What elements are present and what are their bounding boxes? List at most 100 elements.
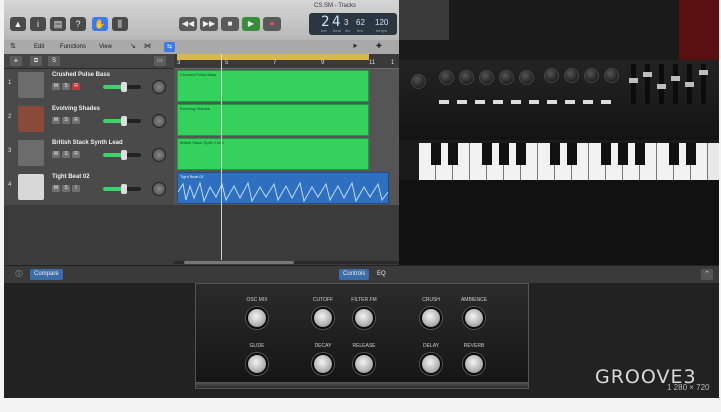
audio-region[interactable]: Tight Beat 02 bbox=[177, 172, 389, 204]
tab-eq[interactable]: EQ bbox=[374, 269, 389, 280]
decay-knob[interactable] bbox=[312, 353, 334, 375]
synth-controls: OSC MIX CUTOFF FILTER FM CRUSH AMBIENCE … bbox=[195, 283, 529, 389]
volume-fader[interactable] bbox=[103, 150, 141, 160]
view-menu[interactable]: View bbox=[99, 42, 112, 52]
library-button[interactable]: ▲ bbox=[10, 17, 26, 31]
knob bbox=[479, 70, 494, 85]
play-button[interactable]: ▶ bbox=[242, 17, 260, 31]
functions-menu[interactable]: Functions bbox=[60, 42, 86, 52]
track-lane[interactable]: British Stack Synth Lead bbox=[174, 137, 399, 171]
toolbar-button[interactable]: ▤ bbox=[50, 17, 66, 31]
cutoff-knob[interactable] bbox=[312, 307, 334, 329]
track-header[interactable]: 1 Crushed Pulse Bass M S R bbox=[4, 69, 174, 104]
crush-knob[interactable] bbox=[420, 307, 442, 329]
input-monitor-button[interactable]: I bbox=[72, 185, 80, 192]
global-solo-icon[interactable]: S bbox=[48, 56, 60, 66]
solo-button[interactable]: S bbox=[62, 83, 70, 90]
record-enable-button[interactable]: R bbox=[72, 83, 80, 90]
track-lane[interactable]: Evolving Shades bbox=[174, 103, 399, 137]
edit-menu[interactable]: Edit bbox=[34, 42, 44, 52]
mute-button[interactable]: M bbox=[52, 117, 60, 124]
volume-fader[interactable] bbox=[103, 116, 141, 126]
glide-knob[interactable] bbox=[246, 353, 268, 375]
reverb-knob[interactable] bbox=[463, 353, 485, 375]
midi-region[interactable]: British Stack Synth Lead bbox=[177, 138, 369, 170]
quick-help-button[interactable]: ? bbox=[70, 17, 86, 31]
osc-mix-knob[interactable] bbox=[246, 307, 268, 329]
pan-knob[interactable] bbox=[152, 80, 166, 94]
rewind-button[interactable]: ◀◀ bbox=[179, 17, 197, 31]
lcd-display[interactable]: 2 4 3 62 120 bar beat div tick tempo bbox=[309, 13, 397, 35]
tab-controls[interactable]: Controls bbox=[339, 269, 370, 280]
track-name[interactable]: Crushed Pulse Bass bbox=[52, 72, 110, 78]
track-options-icon[interactable]: ⇅ bbox=[10, 42, 16, 50]
slider bbox=[657, 64, 666, 104]
ruler-bar-number: 9 bbox=[321, 60, 325, 66]
fader-handle[interactable] bbox=[121, 150, 127, 160]
track-name[interactable]: Evolving Shades bbox=[52, 106, 100, 112]
forward-button[interactable]: ▶▶ bbox=[200, 17, 218, 31]
track-header[interactable]: 3 British Stack Synth Lead M S R bbox=[4, 137, 174, 172]
ruler-bar-number: 5 bbox=[225, 60, 229, 66]
mute-button[interactable]: M bbox=[52, 151, 60, 158]
fader-handle[interactable] bbox=[121, 116, 127, 126]
drum-machine-icon bbox=[18, 174, 44, 200]
pan-knob[interactable] bbox=[152, 148, 166, 162]
window-title: CS.SM - Tracks bbox=[314, 3, 357, 9]
catch-icon[interactable]: ↘ bbox=[130, 42, 136, 50]
lcd-tick-label: tick bbox=[357, 28, 363, 33]
midi-region[interactable]: Crushed Pulse Bass bbox=[177, 70, 369, 102]
track-header[interactable]: 2 Evolving Shades M S R bbox=[4, 103, 174, 138]
keyboard-stand-icon bbox=[18, 72, 44, 98]
track-name[interactable]: Tight Beat 02 bbox=[52, 174, 90, 180]
horizontal-scrollbar[interactable] bbox=[174, 261, 399, 264]
pointer-tool-icon[interactable]: ➤ bbox=[352, 42, 358, 50]
flex-icon[interactable]: ⋈ bbox=[144, 42, 151, 50]
inspector-button[interactable]: i bbox=[30, 17, 46, 31]
slider bbox=[699, 64, 708, 104]
lcd-beat-label: beat bbox=[333, 28, 341, 33]
track-header[interactable]: 4 Tight Beat 02 M S I bbox=[4, 171, 174, 206]
midi-region[interactable]: Evolving Shades bbox=[177, 104, 369, 136]
fader-handle[interactable] bbox=[121, 82, 127, 92]
playhead[interactable] bbox=[221, 54, 222, 260]
pan-knob[interactable] bbox=[152, 114, 166, 128]
empty-track-area[interactable] bbox=[4, 205, 399, 265]
pan-knob[interactable] bbox=[152, 182, 166, 196]
solo-button[interactable]: S bbox=[62, 117, 70, 124]
collapse-panel-icon[interactable]: ⌃ bbox=[701, 269, 713, 280]
fader-handle[interactable] bbox=[121, 184, 127, 194]
volume-fader[interactable] bbox=[103, 82, 141, 92]
filter-fm-knob[interactable] bbox=[353, 307, 375, 329]
record-enable-button[interactable]: R bbox=[72, 117, 80, 124]
solo-button[interactable]: S bbox=[62, 151, 70, 158]
scrollbar-thumb[interactable] bbox=[184, 261, 294, 264]
screen-frame: ▲ i ▤ ? ✋ ⫼ ◀◀ ▶▶ ■ ▶ ● CS.SM - Tracks 2… bbox=[4, 0, 719, 398]
collapse-icon[interactable]: ▭ bbox=[154, 56, 166, 66]
add-track-icon[interactable]: + bbox=[10, 56, 22, 66]
mute-button[interactable]: M bbox=[52, 185, 60, 192]
track-lane[interactable]: Crushed Pulse Bass bbox=[174, 69, 399, 103]
track-header-toolbar: + ⧉ S ▭ bbox=[4, 54, 174, 69]
volume-fader[interactable] bbox=[103, 184, 141, 194]
mute-button[interactable]: M bbox=[52, 83, 60, 90]
record-button[interactable]: ● bbox=[263, 17, 281, 31]
mixer-button[interactable]: ⫼ bbox=[112, 17, 128, 31]
ruler[interactable]: 3 5 7 9 11 1 bbox=[174, 54, 399, 68]
delay-knob[interactable] bbox=[420, 353, 442, 375]
snap-icon[interactable]: ⇆ bbox=[164, 42, 175, 52]
compare-button[interactable]: Compare bbox=[30, 269, 63, 280]
knob bbox=[439, 70, 454, 85]
info-icon[interactable]: ⓘ bbox=[14, 269, 24, 280]
track-lane[interactable]: Tight Beat 02 bbox=[174, 171, 399, 205]
smart-controls-button[interactable]: ✋ bbox=[92, 17, 108, 31]
synth-panel bbox=[399, 60, 719, 140]
solo-button[interactable]: S bbox=[62, 185, 70, 192]
pencil-tool-icon[interactable]: ✚ bbox=[376, 42, 382, 50]
duplicate-track-icon[interactable]: ⧉ bbox=[30, 56, 42, 66]
stop-button[interactable]: ■ bbox=[221, 17, 239, 31]
release-knob[interactable] bbox=[353, 353, 375, 375]
record-enable-button[interactable]: R bbox=[72, 151, 80, 158]
track-name[interactable]: British Stack Synth Lead bbox=[52, 140, 123, 146]
ambience-knob[interactable] bbox=[463, 307, 485, 329]
